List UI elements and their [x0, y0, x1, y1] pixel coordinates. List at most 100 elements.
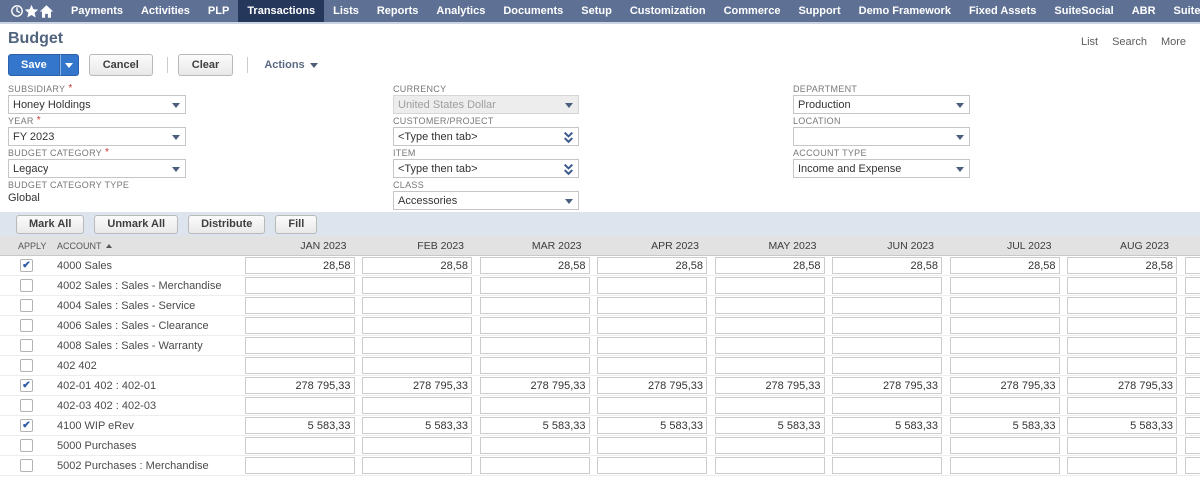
month-value-input[interactable]	[715, 357, 825, 374]
month-value-input[interactable]	[597, 357, 707, 374]
month-value-input[interactable]	[597, 297, 707, 314]
nav-item-support[interactable]: Support	[789, 0, 849, 22]
apply-checkbox[interactable]: ✔	[20, 259, 33, 272]
item-typeahead-input[interactable]: <Type then tab>	[393, 159, 579, 178]
budget-category-select[interactable]: Legacy	[8, 159, 186, 178]
month-value-input[interactable]	[1185, 317, 1200, 334]
month-value-input[interactable]	[245, 377, 355, 394]
month-value-input[interactable]	[832, 457, 942, 474]
apply-checkbox[interactable]	[20, 459, 33, 472]
month-value-input[interactable]	[597, 317, 707, 334]
nav-item-payments[interactable]: Payments	[62, 0, 132, 22]
month-value-input[interactable]	[480, 277, 590, 294]
month-value-input[interactable]	[1185, 257, 1200, 274]
month-value-input[interactable]	[597, 457, 707, 474]
month-value-input[interactable]	[362, 437, 472, 454]
month-value-input[interactable]	[950, 437, 1060, 454]
month-value-input[interactable]	[480, 437, 590, 454]
month-value-input[interactable]	[1067, 257, 1177, 274]
month-value-input[interactable]	[715, 437, 825, 454]
month-value-input[interactable]	[480, 457, 590, 474]
month-header-jan-2023[interactable]: JAN 2023	[237, 240, 355, 252]
save-dropdown-arrow[interactable]	[60, 54, 79, 76]
apply-checkbox[interactable]	[20, 399, 33, 412]
month-value-input[interactable]	[715, 417, 825, 434]
account-type-select[interactable]: Income and Expense	[793, 159, 970, 178]
nav-item-customization[interactable]: Customization	[621, 0, 715, 22]
month-value-input[interactable]	[597, 437, 707, 454]
apply-checkbox[interactable]	[20, 279, 33, 292]
month-value-input[interactable]	[832, 277, 942, 294]
month-value-input[interactable]	[1185, 377, 1200, 394]
apply-checkbox[interactable]	[20, 339, 33, 352]
month-value-input[interactable]	[245, 317, 355, 334]
header-link-search[interactable]: Search	[1112, 36, 1147, 48]
month-value-input[interactable]	[950, 277, 1060, 294]
home-icon[interactable]	[39, 0, 54, 22]
nav-item-activities[interactable]: Activities	[132, 0, 199, 22]
month-value-input[interactable]	[1067, 437, 1177, 454]
month-value-input[interactable]	[715, 377, 825, 394]
double-chevron-down-icon[interactable]	[563, 131, 574, 144]
apply-checkbox[interactable]	[20, 359, 33, 372]
month-value-input[interactable]	[1185, 457, 1200, 474]
month-value-input[interactable]	[245, 357, 355, 374]
month-value-input[interactable]	[832, 317, 942, 334]
month-value-input[interactable]	[1067, 337, 1177, 354]
month-value-input[interactable]	[1067, 457, 1177, 474]
month-value-input[interactable]	[1185, 417, 1200, 434]
month-value-input[interactable]	[715, 457, 825, 474]
apply-checkbox[interactable]	[20, 439, 33, 452]
location-select[interactable]	[793, 127, 970, 146]
month-value-input[interactable]	[950, 457, 1060, 474]
month-value-input[interactable]	[597, 397, 707, 414]
month-value-input[interactable]	[715, 397, 825, 414]
year-select[interactable]: FY 2023	[8, 127, 186, 146]
double-chevron-down-icon[interactable]	[563, 163, 574, 176]
month-value-input[interactable]	[1185, 297, 1200, 314]
month-value-input[interactable]	[362, 357, 472, 374]
month-value-input[interactable]	[597, 277, 707, 294]
month-value-input[interactable]	[362, 277, 472, 294]
month-value-input[interactable]	[480, 337, 590, 354]
month-value-input[interactable]	[362, 457, 472, 474]
month-header-mar-2023[interactable]: MAR 2023	[472, 240, 590, 252]
month-value-input[interactable]	[245, 397, 355, 414]
month-header-apr-2023[interactable]: APR 2023	[590, 240, 708, 252]
month-value-input[interactable]	[1185, 397, 1200, 414]
month-value-input[interactable]	[1067, 317, 1177, 334]
month-value-input[interactable]	[245, 457, 355, 474]
month-value-input[interactable]	[480, 397, 590, 414]
month-value-input[interactable]	[480, 357, 590, 374]
month-value-input[interactable]	[832, 337, 942, 354]
month-header-feb-2023[interactable]: FEB 2023	[355, 240, 473, 252]
month-value-input[interactable]	[480, 377, 590, 394]
month-value-input[interactable]	[1185, 337, 1200, 354]
nav-item-commerce[interactable]: Commerce	[715, 0, 790, 22]
customer-project-typeahead-input[interactable]: <Type then tab>	[393, 127, 579, 146]
nav-item-plp[interactable]: PLP	[199, 0, 238, 22]
month-value-input[interactable]	[245, 257, 355, 274]
nav-item-transactions[interactable]: Transactions	[238, 0, 324, 22]
month-value-input[interactable]	[245, 437, 355, 454]
month-value-input[interactable]	[950, 397, 1060, 414]
header-link-list[interactable]: List	[1081, 36, 1098, 48]
month-value-input[interactable]	[1067, 297, 1177, 314]
cancel-button[interactable]: Cancel	[89, 54, 153, 76]
month-value-input[interactable]	[245, 417, 355, 434]
save-button[interactable]: Save	[8, 54, 60, 76]
month-value-input[interactable]	[362, 417, 472, 434]
month-header-jul-2023[interactable]: JUL 2023	[942, 240, 1060, 252]
month-value-input[interactable]	[362, 337, 472, 354]
distribute-button[interactable]: Distribute	[188, 215, 265, 234]
month-value-input[interactable]	[1185, 357, 1200, 374]
month-value-input[interactable]	[715, 257, 825, 274]
month-header-aug-2023[interactable]: AUG 2023	[1060, 240, 1178, 252]
month-value-input[interactable]	[362, 297, 472, 314]
month-value-input[interactable]	[832, 397, 942, 414]
month-value-input[interactable]	[715, 277, 825, 294]
nav-item-suiteapps[interactable]: SuiteApps	[1165, 0, 1200, 22]
month-value-input[interactable]	[832, 437, 942, 454]
month-value-input[interactable]	[1185, 437, 1200, 454]
month-value-input[interactable]	[832, 417, 942, 434]
